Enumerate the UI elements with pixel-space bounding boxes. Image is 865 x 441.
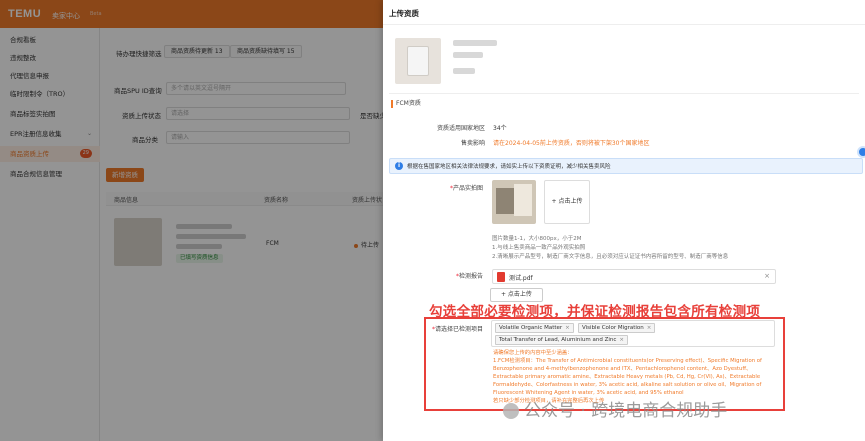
info-banner: i 根据在售国家地区相关法律法规要求，请如实上传以下资质证明，减少相关售卖风险: [389, 158, 863, 174]
section-title: FCM资质: [391, 100, 421, 108]
photo-content: [496, 188, 516, 214]
photo-hint: 1.与线上售卖商品一致产品外观实拍照: [492, 245, 586, 251]
photo-content: [514, 184, 532, 216]
upload-qualification-drawer: 上传资质 FCM资质 资质适用国家地区 34个 售卖影响 请在2024-04-0…: [383, 0, 865, 441]
floating-help-button[interactable]: [857, 146, 865, 158]
product-shape: [407, 46, 429, 76]
uploaded-photo[interactable]: [492, 180, 536, 224]
info-text: 根据在售国家地区相关法律法规要求，请如实上传以下资质证明，减少相关售卖风险: [407, 164, 611, 170]
blurred-text: [453, 52, 483, 58]
photo-hint: 2.清晰展示产品型号，制造厂商文字信息，且必须对应认证证书内容所留的型号、制造厂…: [492, 254, 729, 260]
impact-label: 售卖影响: [460, 140, 485, 147]
report-field-label: *检测报告: [455, 273, 483, 280]
product-thumbnail: [395, 38, 441, 84]
divider: [383, 24, 865, 25]
drawer-title: 上传资质: [389, 9, 419, 18]
pdf-icon: [497, 272, 505, 282]
blurred-text: [453, 68, 475, 74]
watermark: 公众号 · 跨境电商合规助手: [503, 396, 727, 421]
blurred-text: [453, 40, 497, 46]
uploaded-file[interactable]: 测试.pdf ×: [492, 269, 776, 284]
photo-hint: 图片数量1-1，大小800px，小于2M: [492, 236, 582, 242]
impact-value: 请在2024-04-05前上传资质，否则将被下架30个国家地区: [493, 140, 650, 147]
divider: [389, 93, 859, 94]
regions-value: 34个: [493, 125, 507, 132]
modal-overlay[interactable]: [0, 0, 383, 441]
upload-photo-button[interactable]: + 点击上传: [544, 180, 590, 224]
photo-field-label: *产品实拍图: [449, 185, 483, 192]
regions-label: 资质适用国家地区: [436, 125, 485, 132]
annotation-text: 勾选全部必要检测项，并保证检测报告包含所有检测项: [429, 304, 761, 320]
file-name: 测试.pdf: [509, 275, 533, 282]
info-icon: i: [395, 162, 403, 170]
wechat-icon: [503, 403, 519, 419]
close-icon[interactable]: ×: [764, 272, 770, 280]
